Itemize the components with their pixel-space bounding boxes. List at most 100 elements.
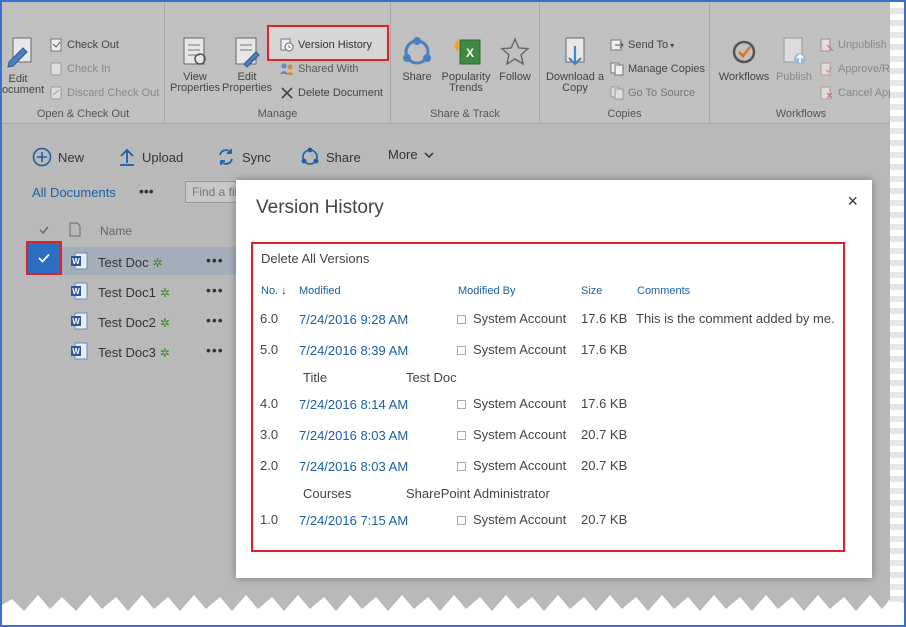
word-doc-icon: W	[71, 282, 88, 300]
go-to-source-button[interactable]: Go To Source	[610, 85, 695, 101]
download-copy-button[interactable]: Download a Copy	[544, 36, 606, 94]
delete-document-button[interactable]: Delete Document	[280, 85, 383, 101]
share-button[interactable]: Share	[300, 147, 361, 167]
check-icon	[38, 253, 50, 263]
modified-by-name: System Account	[473, 458, 567, 473]
version-modified-link[interactable]: 7/24/2016 7:15 AM	[299, 513, 408, 528]
delete-all-versions-link[interactable]: Delete All Versions	[261, 251, 369, 266]
view-all-documents[interactable]: All Documents	[32, 185, 116, 200]
share-ribbon-button[interactable]: Share	[397, 36, 437, 83]
right-edge-tear	[890, 2, 904, 602]
column-header-no[interactable]: No. ↓	[261, 285, 287, 297]
changed-field-value: Test Doc	[406, 370, 457, 385]
presence-checkbox-icon	[457, 400, 466, 409]
version-number: 4.0	[260, 396, 279, 411]
shared-with-icon	[280, 63, 294, 76]
check-in-button[interactable]: Check In	[49, 61, 110, 77]
new-item-icon: ✲	[159, 316, 170, 330]
send-to-button[interactable]: Send To ▾	[610, 37, 674, 53]
column-header-size[interactable]: Size	[581, 285, 602, 297]
version-modified-link[interactable]: 7/24/2016 9:28 AM	[299, 312, 408, 327]
version-modified-link[interactable]: 7/24/2016 8:03 AM	[299, 428, 408, 443]
list-item[interactable]: W Test Doc ✲	[70, 252, 163, 270]
ribbon-group-label: Workflows	[775, 108, 827, 120]
check-out-label: Check Out	[67, 39, 119, 51]
row-ellipsis-button[interactable]: •••	[206, 252, 224, 268]
presence-checkbox-icon	[457, 346, 466, 355]
close-icon[interactable]: ×	[847, 192, 858, 210]
ribbon-group-label: Open & Check Out	[36, 108, 130, 120]
edit-document-button[interactable]: Edit Document	[2, 36, 44, 96]
version-number: 1.0	[260, 512, 279, 527]
publish-button[interactable]: Publish	[774, 36, 814, 83]
edit-properties-button[interactable]: Edit Properties	[222, 36, 272, 94]
view-properties-button[interactable]: View Properties	[170, 36, 220, 94]
changed-field-value: SharePoint Administrator	[406, 486, 550, 501]
version-number: 6.0	[260, 311, 279, 326]
presence-checkbox-icon	[457, 431, 466, 440]
plus-circle-icon	[32, 147, 52, 167]
row-ellipsis-button[interactable]: •••	[206, 282, 224, 298]
view-options-ellipsis[interactable]: •••	[139, 183, 154, 199]
discard-check-out-button[interactable]: Discard Check Out	[49, 85, 159, 101]
version-modified-by: System Account	[457, 512, 566, 527]
version-history-dialog: Version History × Delete All Versions No…	[236, 180, 872, 578]
approve-reject-button[interactable]: Approve/Re	[820, 61, 896, 77]
share-icon	[301, 147, 319, 165]
svg-text:W: W	[72, 317, 80, 326]
screenshot-frame: Edit Document Check Out Check In Discard…	[0, 0, 906, 627]
svg-text:W: W	[72, 287, 80, 296]
modified-by-name: System Account	[473, 427, 567, 442]
download-copy-label: Download a Copy	[545, 71, 605, 94]
new-button[interactable]: New	[32, 147, 84, 167]
manage-copies-label: Manage Copies	[628, 63, 706, 75]
sync-button[interactable]: Sync	[216, 147, 271, 167]
list-item[interactable]: W Test Doc1 ✲	[70, 282, 170, 300]
view-properties-label: View Properties	[170, 71, 221, 94]
upload-button[interactable]: Upload	[118, 147, 183, 167]
new-label: New	[58, 149, 85, 165]
ribbon: Edit Document Check Out Check In Discard…	[2, 2, 896, 124]
delete-icon	[281, 87, 293, 99]
name-column-header[interactable]: Name	[100, 224, 132, 238]
popularity-trends-button[interactable]: X Popularity Trends	[439, 36, 493, 94]
share-label: Share	[326, 149, 361, 165]
cancel-approval-button[interactable]: Cancel App	[820, 85, 894, 101]
ribbon-group-label: Share & Track	[430, 108, 500, 120]
follow-button[interactable]: Follow	[495, 36, 535, 83]
unpublish-button[interactable]: Unpublish	[820, 37, 887, 53]
row-ellipsis-button[interactable]: •••	[206, 342, 224, 358]
workflows-icon	[732, 40, 756, 64]
ribbon-group-workflows: Workflows Publish Unpublish Approve/Re C…	[710, 2, 896, 124]
row-ellipsis-button[interactable]: •••	[206, 312, 224, 328]
check-out-button[interactable]: Check Out	[49, 37, 119, 53]
shared-with-button[interactable]: Shared With	[280, 61, 359, 77]
sort-down-arrow-icon: ↓	[281, 285, 287, 297]
column-header-comments[interactable]: Comments	[637, 285, 690, 297]
column-header-modified-by[interactable]: Modified By	[458, 285, 515, 297]
popularity-trends-label: Popularity Trends	[441, 71, 491, 94]
new-item-icon: ✲	[152, 256, 163, 270]
version-modified-by: System Account	[457, 396, 566, 411]
file-type-icon	[69, 222, 81, 237]
version-modified-link[interactable]: 7/24/2016 8:39 AM	[299, 343, 408, 358]
document-name: Test Doc	[98, 255, 149, 270]
list-item[interactable]: W Test Doc2 ✲	[70, 312, 170, 330]
edit-properties-icon	[235, 37, 260, 68]
version-modified-link[interactable]: 7/24/2016 8:14 AM	[299, 397, 408, 412]
manage-copies-button[interactable]: Manage Copies	[610, 61, 705, 77]
go-to-source-label: Go To Source	[628, 87, 696, 99]
more-button[interactable]: More	[388, 147, 434, 162]
version-history-button[interactable]: Version History	[280, 37, 372, 53]
list-item[interactable]: W Test Doc3 ✲	[70, 342, 170, 360]
select-all-check-icon[interactable]	[38, 224, 50, 236]
version-modified-link[interactable]: 7/24/2016 8:03 AM	[299, 459, 408, 474]
column-header-modified[interactable]: Modified	[299, 285, 341, 297]
chevron-down-icon: ▾	[670, 41, 675, 50]
discard-check-out-label: Discard Check Out	[67, 87, 160, 99]
row-selected-checkbox[interactable]	[26, 241, 62, 275]
list-header: Name	[2, 222, 252, 242]
workflows-button[interactable]: Workflows	[716, 36, 772, 83]
approve-reject-icon	[820, 62, 833, 76]
version-size: 17.6 KB	[581, 311, 628, 326]
